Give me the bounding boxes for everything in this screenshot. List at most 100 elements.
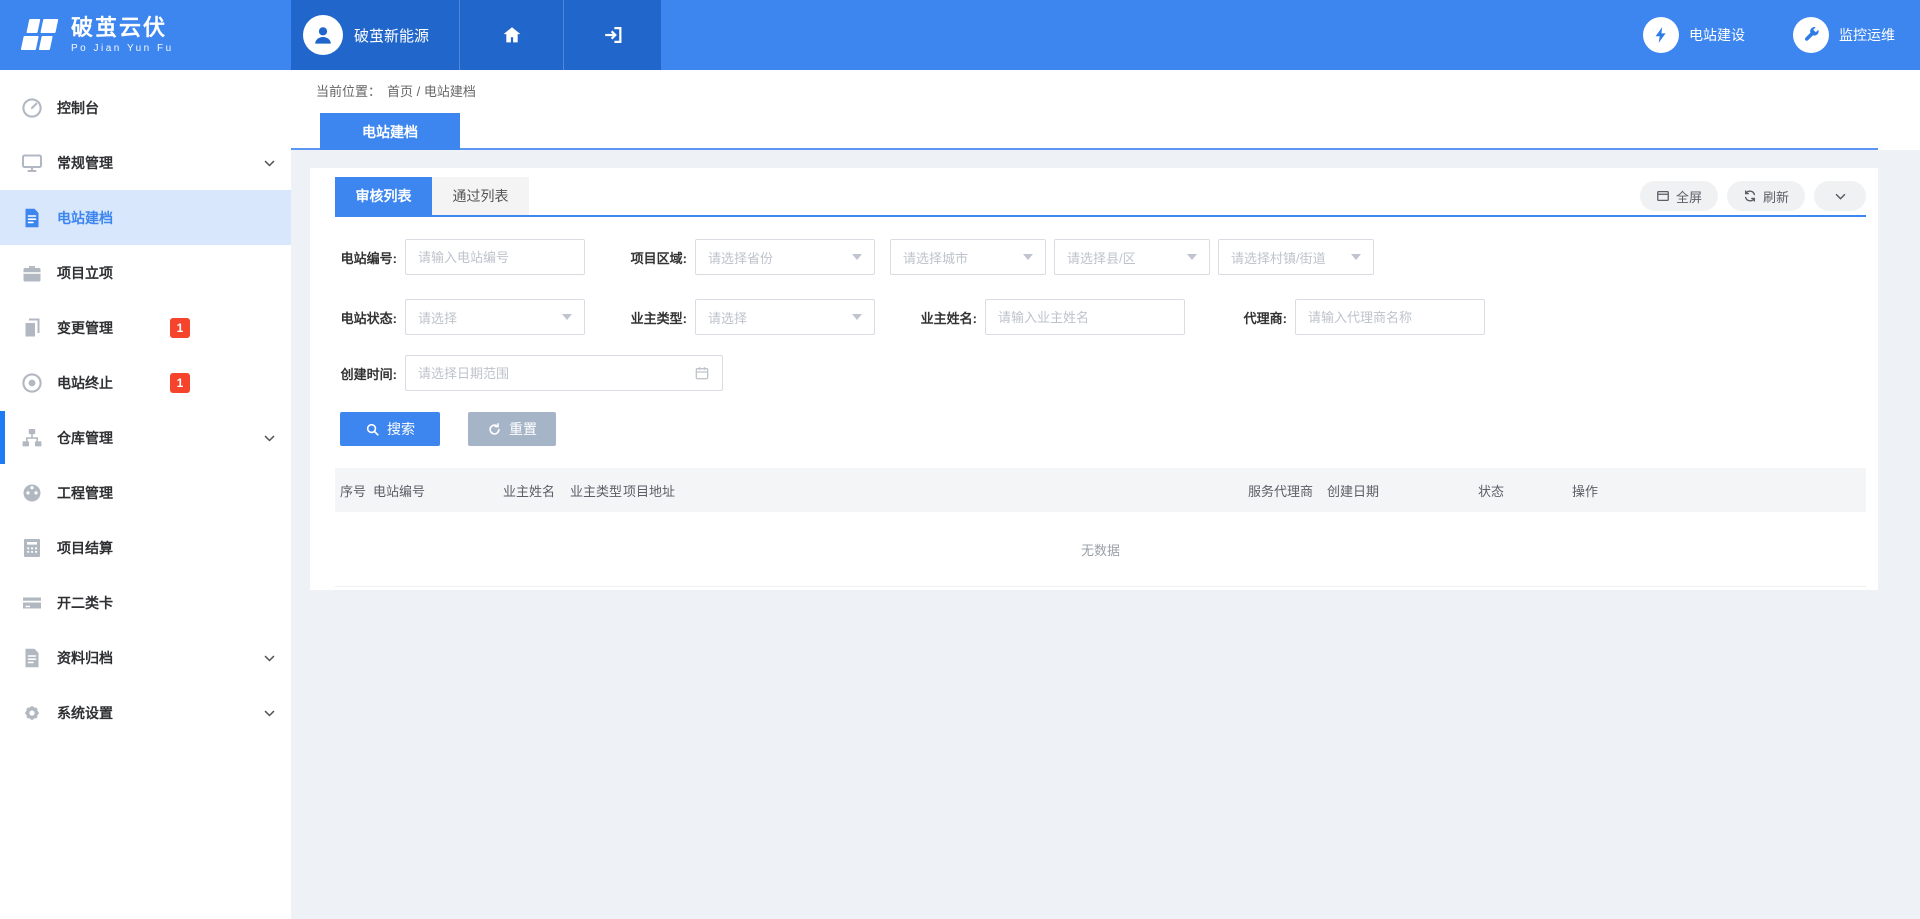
station-no-input[interactable] xyxy=(418,250,572,265)
sidebar-item-station-terminate[interactable]: 电站终止 1 xyxy=(0,355,291,410)
topbar: 破茧云伏 Po Jian Yun Fu 破茧新能源 xyxy=(0,0,1920,70)
chevron-down-icon xyxy=(262,155,277,170)
tab-review-list[interactable]: 审核列表 xyxy=(335,177,432,215)
sidebar-item-project-initiation[interactable]: 项目立项 xyxy=(0,245,291,300)
refresh-button[interactable]: 刷新 xyxy=(1727,181,1805,211)
caret-down-icon xyxy=(1187,254,1197,260)
breadcrumb-path[interactable]: 首页 / 电站建档 xyxy=(387,81,476,100)
owner-name-field xyxy=(985,299,1185,335)
village-select[interactable]: 请选择村镇/街道 xyxy=(1218,239,1374,275)
col-owner-name: 业主姓名 xyxy=(503,481,570,500)
date-range-input[interactable] xyxy=(418,366,686,381)
credit-card-icon xyxy=(20,591,44,615)
caret-down-icon xyxy=(852,314,862,320)
home-button[interactable] xyxy=(459,0,563,70)
monitor-icon xyxy=(20,151,44,175)
col-station-no: 电站编号 xyxy=(373,481,503,500)
filter-actions: 搜索 重置 xyxy=(335,412,1866,446)
agent-input[interactable] xyxy=(1308,310,1472,325)
sidebar-item-data-archive[interactable]: 资料归档 xyxy=(0,630,291,685)
record-circle-icon xyxy=(20,371,44,395)
document-icon xyxy=(20,206,44,230)
sidebar-item-project-settlement[interactable]: 项目结算 xyxy=(0,520,291,575)
badge-count: 1 xyxy=(170,318,190,338)
city-select[interactable]: 请选择城市 xyxy=(890,239,1046,275)
panel-tab-bar: 审核列表 通过列表 全屏 刷新 xyxy=(335,177,1866,217)
page-tab-underline xyxy=(291,148,1878,150)
search-button[interactable]: 搜索 xyxy=(340,412,440,446)
calendar-icon xyxy=(694,365,710,381)
tab-passed-list[interactable]: 通过列表 xyxy=(432,177,529,215)
station-status-select[interactable]: 请选择 xyxy=(405,299,585,335)
sidebar-item-engineering-mgmt[interactable]: 工程管理 xyxy=(0,465,291,520)
station-no-field xyxy=(405,239,585,275)
breadcrumb-prefix: 当前位置： xyxy=(316,81,381,100)
sitemap-icon xyxy=(20,426,44,450)
sidebar-item-system-settings[interactable]: 系统设置 xyxy=(0,685,291,740)
main-content: 当前位置： 首页 / 电站建档 电站建档 审核列表 通过列表 全屏 xyxy=(291,70,1920,919)
owner-name-input[interactable] xyxy=(998,310,1172,325)
sidebar-item-open-card[interactable]: 开二类卡 xyxy=(0,575,291,630)
content-panel: 审核列表 通过列表 全屏 刷新 xyxy=(310,168,1878,590)
empty-state: 无数据 xyxy=(335,512,1866,587)
wrench-icon xyxy=(1793,17,1829,53)
pages-icon xyxy=(20,316,44,340)
col-index: 序号 xyxy=(335,481,373,500)
brand: 破茧云伏 Po Jian Yun Fu xyxy=(0,0,291,70)
county-select[interactable]: 请选择县/区 xyxy=(1054,239,1210,275)
lightning-icon xyxy=(1643,17,1679,53)
user-icon xyxy=(310,22,336,48)
sidebar: 控制台 常规管理 电站建档 xyxy=(0,70,291,919)
reset-button[interactable]: 重置 xyxy=(468,412,556,446)
filter-row-1: 电站编号: 项目区域: 请选择省份 请选择城市 请选择县/区 xyxy=(335,239,1866,275)
nav-monitor-ops[interactable]: 监控运维 xyxy=(1793,17,1895,53)
station-status-label: 电站状态: xyxy=(335,308,405,327)
chevron-down-icon xyxy=(262,650,277,665)
refresh-icon xyxy=(1743,189,1757,203)
col-service-agent: 服务代理商 xyxy=(1248,481,1327,500)
sidebar-item-console[interactable]: 控制台 xyxy=(0,80,291,135)
page-tab-station-archive[interactable]: 电站建档 xyxy=(320,113,460,150)
col-project-addr: 项目地址 xyxy=(623,481,1248,500)
chevron-down-icon xyxy=(262,705,277,720)
fullscreen-icon xyxy=(1656,189,1670,203)
sidebar-item-warehouse-mgmt[interactable]: 仓库管理 xyxy=(0,410,291,465)
results-table: 序号 电站编号 业主姓名 业主类型 项目地址 服务代理商 创建日期 状态 操作 … xyxy=(335,468,1866,587)
caret-down-icon xyxy=(562,314,572,320)
badge-count: 1 xyxy=(170,373,190,393)
table-header-row: 序号 电站编号 业主姓名 业主类型 项目地址 服务代理商 创建日期 状态 操作 xyxy=(335,468,1866,512)
filter-row-2: 电站状态: 请选择 业主类型: 请选择 业主姓名: 代理商: xyxy=(335,299,1866,335)
agent-label: 代理商: xyxy=(1225,308,1295,327)
gauge-icon xyxy=(20,481,44,505)
sidebar-item-station-archive[interactable]: 电站建档 xyxy=(0,190,291,245)
province-select[interactable]: 请选择省份 xyxy=(695,239,875,275)
agent-field xyxy=(1295,299,1485,335)
brand-subtitle: Po Jian Yun Fu xyxy=(71,43,174,54)
logout-icon xyxy=(602,24,624,46)
nav-monitor-ops-label: 监控运维 xyxy=(1839,25,1895,45)
create-time-field[interactable] xyxy=(405,355,723,391)
create-time-label: 创建时间: xyxy=(335,364,405,383)
avatar xyxy=(303,15,343,55)
col-status: 状态 xyxy=(1478,481,1572,500)
fullscreen-button[interactable]: 全屏 xyxy=(1640,181,1718,211)
sidebar-item-general-mgmt[interactable]: 常规管理 xyxy=(0,135,291,190)
station-no-label: 电站编号: xyxy=(335,248,405,267)
sidebar-item-change-mgmt[interactable]: 变更管理 1 xyxy=(0,300,291,355)
brand-logo-icon xyxy=(14,16,62,54)
brand-title: 破茧云伏 xyxy=(71,16,174,40)
briefcase-icon xyxy=(20,261,44,285)
region-label: 项目区域: xyxy=(625,248,695,267)
caret-down-icon xyxy=(852,254,862,260)
logout-button[interactable] xyxy=(563,0,661,70)
breadcrumb: 当前位置： 首页 / 电站建档 xyxy=(291,70,1920,110)
user-menu[interactable]: 破茧新能源 xyxy=(291,0,459,70)
chevron-down-icon xyxy=(262,430,277,445)
col-owner-type: 业主类型 xyxy=(570,481,623,500)
company-name: 破茧新能源 xyxy=(354,25,429,46)
nav-station-build[interactable]: 电站建设 xyxy=(1643,17,1745,53)
collapse-button[interactable] xyxy=(1814,181,1866,211)
owner-type-select[interactable]: 请选择 xyxy=(695,299,875,335)
gear-icon xyxy=(20,701,44,725)
chevron-down-icon xyxy=(1833,189,1848,204)
